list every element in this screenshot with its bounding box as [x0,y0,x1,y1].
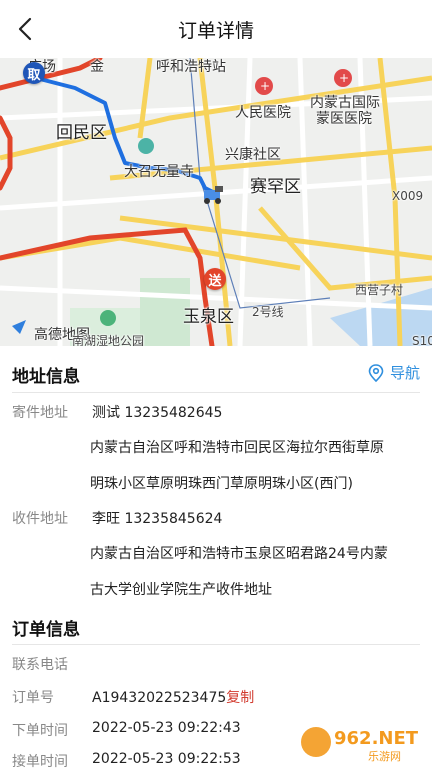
map-label-yuquan: 玉泉区 [183,302,234,327]
receiver-address-label: 收件地址 [12,508,68,528]
receiver-address: 内蒙古自治区呼和浩特市玉泉区昭君路24号内蒙 古大学创业学院生产收件地址 [90,536,422,608]
order-no-value: A19432022523475 [92,690,226,706]
svg-text:+: + [339,71,349,85]
back-arrow-icon[interactable] [14,17,38,41]
map-label-hospital1: 人民医院 [235,102,291,122]
address-section-title: 地址信息 [12,362,80,387]
watermark-sub: 乐游网 [368,750,401,763]
receiver-address-line2: 古大学创业学院生产收件地址 [90,572,422,608]
accept-time-value: 2022-05-23 09:22:53 [92,751,241,767]
map-label-line2: 2号线 [252,303,284,320]
svg-text:+: + [260,79,270,93]
watermark-text: 962.NET [334,728,419,749]
navigate-label: 导航 [390,362,420,383]
map-label-station: 呼和浩特站 [156,58,226,76]
delivery-marker[interactable]: 送 [204,268,226,290]
map-label-park: 南湖湿地公园 [72,332,144,346]
accept-time-label: 接单时间 [12,751,68,771]
sender-address-label: 寄件地址 [12,402,68,422]
map-label-xiying: 西营子村 [355,281,403,298]
map-label-x009: X009 [392,189,423,203]
sender-address: 内蒙古自治区呼和浩特市回民区海拉尔西街草原 明珠小区草原明珠西门草原明珠小区(西… [90,430,422,502]
order-time-value: 2022-05-23 09:22:43 [92,720,241,736]
order-time-label: 下单时间 [12,720,68,740]
order-section-title: 订单信息 [12,615,80,640]
divider [12,644,420,645]
divider [12,392,420,393]
top-bar: 订单详情 [0,0,432,58]
order-no-label: 订单号 [12,687,54,707]
sender-address-line2: 明珠小区草原明珠西门草原明珠小区(西门) [90,466,422,502]
location-pin-icon [366,363,386,383]
site-watermark-logo: 962.NET 乐游网 [298,720,426,764]
sender-contact: 测试 13235482645 [92,402,222,422]
map-label-s10: S10 [412,334,432,346]
map-label-xingkang: 兴康社区 [225,144,281,164]
map-label-jin: 金 [90,58,104,76]
pickup-marker[interactable]: 取 [23,62,45,84]
route-map[interactable]: + + 广场 金 呼和浩特站 人民医院 内蒙古国际 蒙医医院 回民区 兴康社区 … [0,58,432,346]
navigate-button[interactable]: 导航 [366,362,420,383]
receiver-address-line1: 内蒙古自治区呼和浩特市玉泉区昭君路24号内蒙 [90,536,422,572]
phone-label: 联系电话 [12,654,68,674]
sender-address-line1: 内蒙古自治区呼和浩特市回民区海拉尔西街草原 [90,430,422,466]
order-no: A19432022523475复制 [92,687,254,707]
receiver-contact: 李旺 13235845624 [92,508,222,528]
map-label-huimin: 回民区 [56,118,107,143]
map-label-saihan: 赛罕区 [250,172,301,197]
map-label-hospital2b: 蒙医医院 [316,108,372,128]
page-title: 订单详情 [178,16,254,43]
map-label-temple: 大召无量寺 [124,161,194,181]
copy-button[interactable]: 复制 [226,690,254,706]
